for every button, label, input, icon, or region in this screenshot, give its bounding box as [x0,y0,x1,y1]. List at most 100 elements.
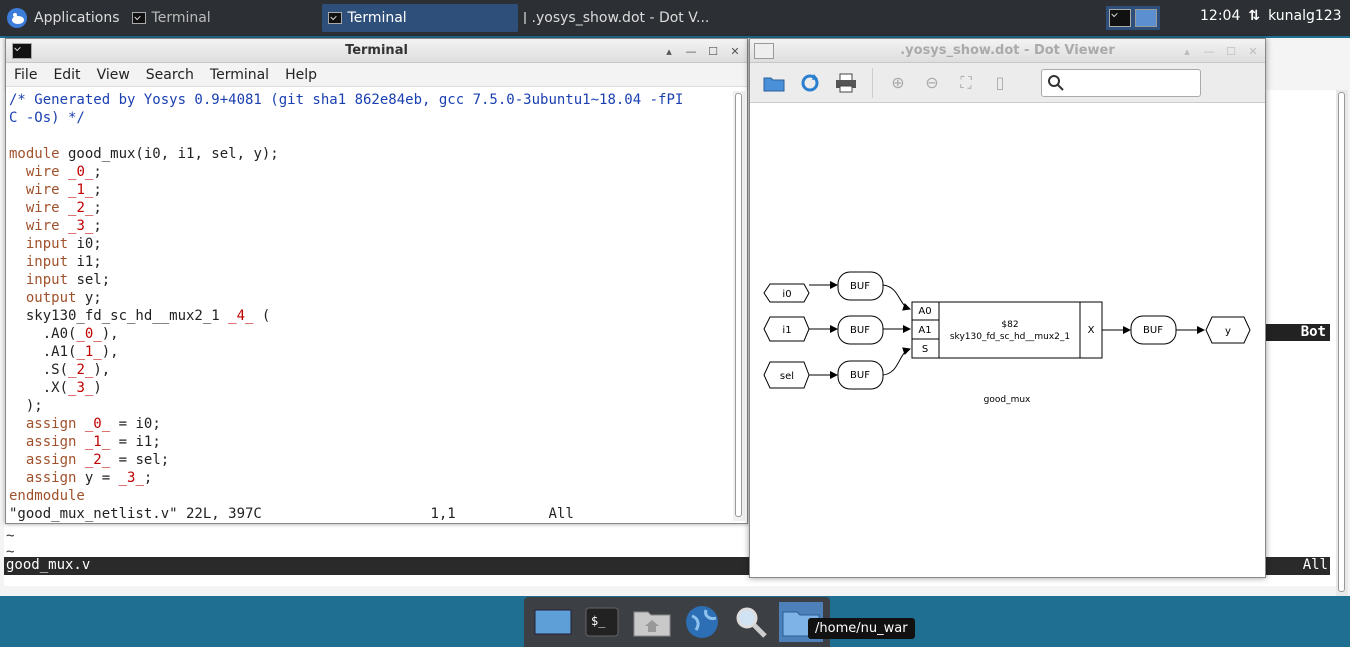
home-folder-icon[interactable] [630,602,674,642]
menu-search[interactable]: Search [138,67,202,83]
clock[interactable]: 12:04 [1200,8,1240,24]
toolbar-separator [872,67,873,98]
terminal-titlebar[interactable]: Terminal ▴ — ☐ ✕ [6,39,747,63]
user-menu[interactable]: kunalg123 [1268,8,1342,24]
taskbar-terminal-1[interactable]: Terminal [126,4,322,32]
tilde-line: ~ [6,528,15,544]
menu-file[interactable]: File [6,67,45,83]
scroll-position-marker: Bot [1266,324,1330,341]
dot-viewer-window: .yosys_show.dot - Dot Viewer ▴ — ☐ ✕ ⊕ ⊖… [749,38,1266,578]
maximize-icon[interactable]: ☐ [705,43,721,59]
applications-label: Applications [34,10,120,26]
menu-terminal[interactable]: Terminal [202,67,277,83]
workspace-2-icon[interactable] [1135,9,1157,27]
terminal-icon [131,12,146,24]
search-input[interactable] [1041,68,1201,97]
node-label: BUF [850,370,870,381]
minimize-icon[interactable]: — [1201,43,1217,59]
cell-id-label: $82 [1001,320,1018,330]
minimize-icon[interactable]: — [683,43,699,59]
taskbar-terminal-2[interactable]: Terminal [321,4,518,32]
vim-status-all: All [548,506,574,522]
window-title: Terminal [345,43,408,58]
open-folder-icon[interactable] [760,69,788,97]
zoom-in-icon[interactable]: ⊕ [885,70,911,96]
xfce-mouse-icon [7,8,27,28]
pin-label: A0 [918,306,931,317]
vim-status-file: "good_mux_netlist.v" 22L, 397C [9,506,262,522]
input-node-i0[interactable]: i0 [763,283,810,303]
print-icon[interactable] [832,69,860,97]
scrollbar-thumb[interactable] [735,93,742,517]
dock-tooltip: /home/nu_war [808,618,915,639]
menu-edit[interactable]: Edit [45,67,88,83]
node-label: y [1225,326,1231,337]
buf-node-3[interactable]: BUF [837,360,884,390]
web-browser-icon[interactable] [680,602,724,642]
node-label: sel [780,371,794,382]
vim-status-pos: 1,1 [430,506,456,522]
buf-node-1[interactable]: BUF [837,271,884,301]
buf-node-out[interactable]: BUF [1130,315,1177,345]
terminal-menubar: File Edit View Search Terminal Help [6,63,747,87]
cell-type-label: sky130_fd_sc_hd__mux2_1 [950,332,1070,342]
terminal-content[interactable]: /* Generated by Yosys 0.9+4081 (git sha1… [9,91,733,523]
workspace-1-icon[interactable] [1109,9,1131,27]
terminal-icon [327,12,342,24]
panel-status-area: 12:04 ⇅ kunalg123 [1200,8,1342,24]
applications-menu[interactable]: Applications [0,2,126,34]
dot-viewer-titlebar[interactable]: .yosys_show.dot - Dot Viewer ▴ — ☐ ✕ [750,39,1265,63]
zoom-fit-icon[interactable]: ⛶ [953,70,979,96]
task-label: .yosys_show.dot - Dot V... [531,10,710,26]
input-node-i1[interactable]: i1 [763,316,810,342]
maximize-icon[interactable]: ☐ [1223,43,1239,59]
buf-node-2[interactable]: BUF [837,315,884,345]
node-label: BUF [1143,325,1163,336]
shade-icon[interactable]: ▴ [1179,43,1195,59]
search-icon [1048,74,1064,91]
node-label: BUF [850,281,870,292]
menu-help[interactable]: Help [277,67,325,83]
scrollbar-thumb[interactable] [1338,92,1345,592]
node-label: BUF [850,325,870,336]
node-label: i1 [782,325,791,336]
terminal-scrollbar[interactable] [733,91,745,521]
workspace-switcher[interactable] [1106,6,1160,30]
taskbar-dot-viewer[interactable]: .yosys_show.dot - Dot V... [518,4,714,32]
edge [882,284,911,311]
pin-label: A1 [918,325,931,336]
shade-icon[interactable]: ▴ [661,43,677,59]
close-icon[interactable]: ✕ [1245,43,1261,59]
zoom-out-icon[interactable]: ⊖ [919,70,945,96]
output-node-y[interactable]: y [1205,316,1251,344]
task-label: Terminal [347,10,407,26]
menu-view[interactable]: View [89,67,138,83]
pin-label: X [1088,325,1095,336]
input-node-sel[interactable]: sel [763,361,810,389]
zoom-100-icon[interactable]: ▯ [987,70,1013,96]
node-label: i0 [782,289,791,300]
svg-text:$_: $_ [591,614,606,628]
dock: $_ [524,597,830,647]
module-name-label: good_mux [984,395,1031,405]
code-comment: C -Os) */ [9,110,85,126]
network-arrows-icon[interactable]: ⇅ [1248,8,1260,24]
pin-label: S [922,344,928,355]
reload-icon[interactable] [796,69,824,97]
close-icon[interactable]: ✕ [727,43,743,59]
status-position: All [1302,557,1328,573]
editor-scrollbar[interactable] [1336,90,1348,596]
code-comment: /* Generated by Yosys 0.9+4081 (git sha1… [9,92,684,108]
mux-cell-node[interactable]: A0 A1 S X $82 sky130_fd_sc_hd__mux2_1 [911,301,1103,359]
terminal-launcher-icon[interactable]: $_ [580,602,624,642]
magnifier-search-icon[interactable] [729,602,773,642]
graph-canvas[interactable]: i0 i1 sel BUF BUF BUF A0 A1 S X $82 sky1… [750,105,1265,577]
show-desktop-icon[interactable] [531,602,575,642]
window-icon [523,12,526,24]
top-panel: Applications Terminal Terminal .yosys_sh… [0,0,1350,36]
task-label: Terminal [151,10,211,26]
status-file: good_mux.v [6,557,91,573]
dot-viewer-toolbar: ⊕ ⊖ ⛶ ▯ [750,63,1265,103]
terminal-window: Terminal ▴ — ☐ ✕ File Edit View Search T… [5,38,748,524]
edge [882,347,911,376]
